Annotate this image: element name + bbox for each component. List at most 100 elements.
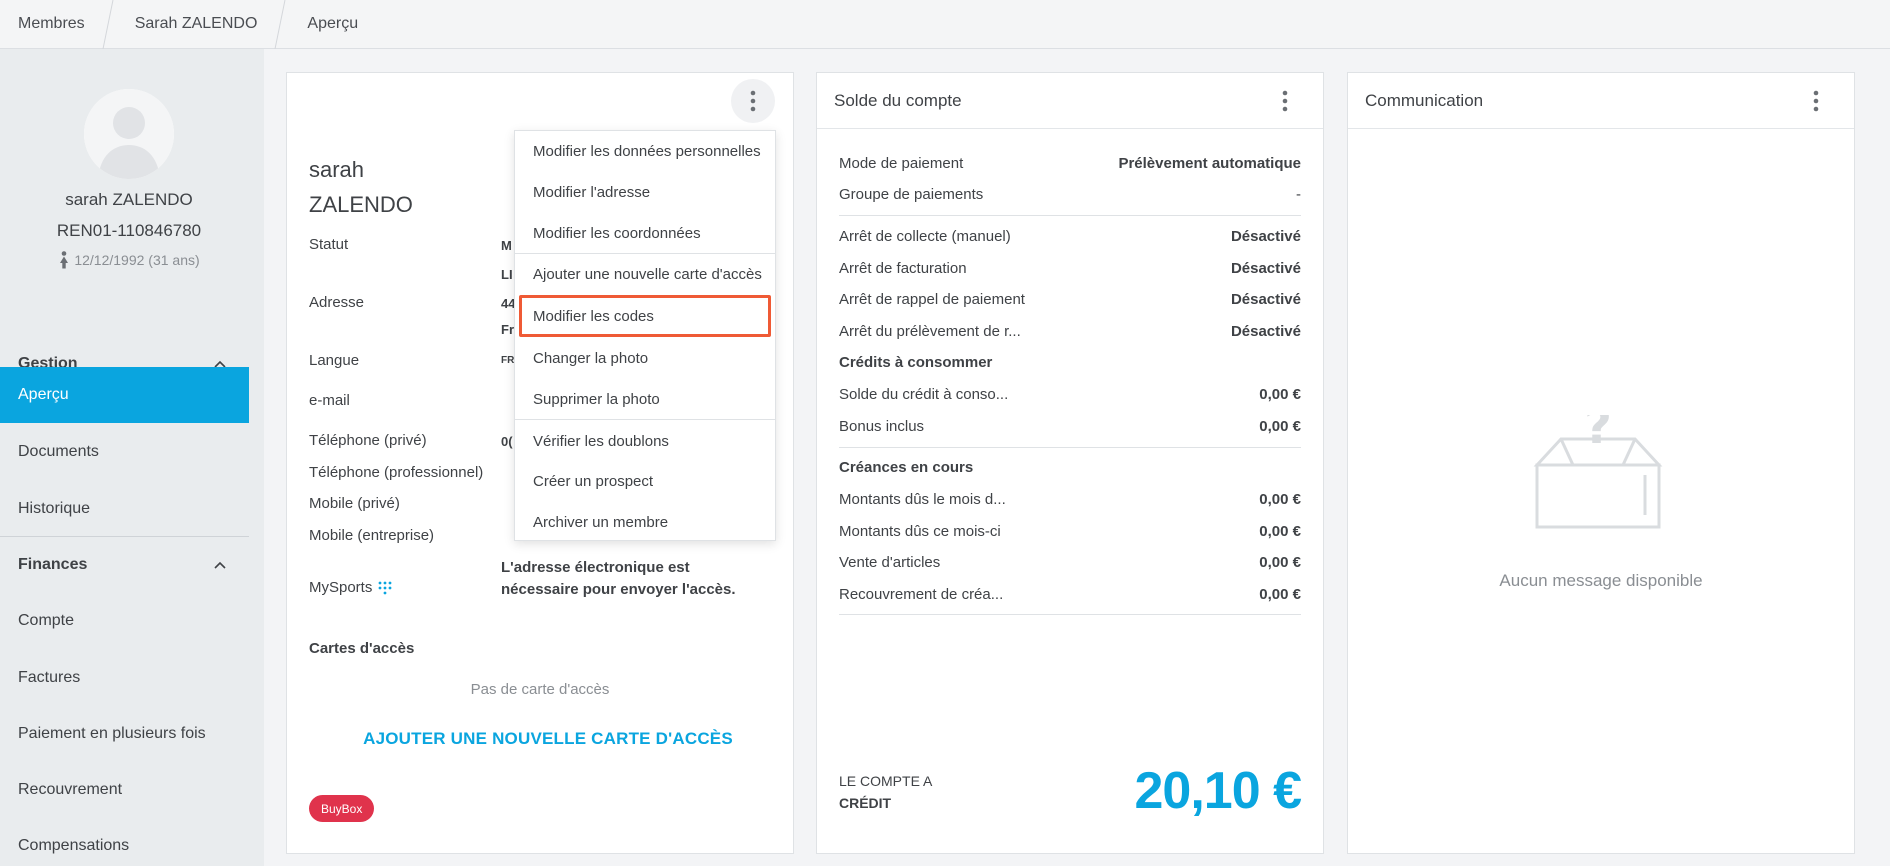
account-balance-panel: Solde du compte Mode de paiement Prélève… [816,72,1324,854]
user-placeholder-icon [84,89,174,179]
panel-title: Solde du compte [834,90,962,110]
account-status-line2: CRÉDIT [839,795,892,811]
kebab-menu-icon [750,90,756,112]
sidebar-item-documents[interactable]: Documents [0,424,249,480]
avatar[interactable] [84,89,174,179]
sidebar-item-compte[interactable]: Compte [0,593,249,649]
balance-row-label: Arrêt de facturation [839,260,967,277]
sidebar-item-historique[interactable]: Historique [0,481,249,537]
member-actions-menu: Modifier les données personnelles Modifi… [514,130,776,541]
svg-text:?: ? [1584,415,1612,455]
balance-row-value: 0,00 € [1259,491,1301,508]
sidebar-item-label: Historique [18,500,91,517]
panel-title: Communication [1365,90,1484,110]
breadcrumb-current: Aperçu [279,0,380,49]
field-value-langue: FR [501,355,515,366]
breadcrumb-members[interactable]: Membres [0,0,114,49]
sidebar-item-factures[interactable]: Factures [0,650,249,706]
divider [839,614,1301,615]
sidebar-item-label: Factures [18,669,81,686]
balance-row-label: Arrêt de collecte (manuel) [839,228,1011,245]
menu-item-edit-personal-data[interactable]: Modifier les données personnelles [515,131,775,171]
balance-row-label: Recouvrement de créa... [839,586,1004,603]
sidebar-item-label: Paiement en plusieurs fois [18,725,206,742]
menu-item-add-access-card[interactable]: Ajouter une nouvelle carte d'accès [515,254,775,294]
balance-row-label: Vente d'articles [839,554,941,571]
sidebar-divider [0,536,249,537]
no-access-card-text: Pas de carte d'accès [470,681,610,698]
field-label: e-mail [309,392,350,409]
menu-separator [515,419,775,420]
breadcrumb-label: Membres [18,15,85,32]
balance-row-value: 0,00 € [1259,418,1301,435]
profile-name: sarah ZALENDO [65,190,193,209]
balance-row-value: Désactivé [1230,260,1301,277]
profile-member-id: REN01-110846780 [56,221,202,240]
menu-item-change-photo[interactable]: Changer la photo [515,338,775,378]
balance-row-value: 0,00 € [1259,586,1301,603]
balance-row-value: Désactivé [1230,228,1301,245]
menu-item-create-prospect[interactable]: Créer un prospect [515,461,775,501]
buybox-badge[interactable]: BuyBox [309,795,375,822]
sidebar-item-recouvrement[interactable]: Recouvrement [0,762,249,818]
field-label: Mobile (privé) [309,495,400,512]
kebab-menu-icon [1282,90,1288,112]
no-message-text: Aucun message disponible [1499,571,1703,590]
personal-menu-button[interactable] [731,79,775,123]
sidebar-section-finances[interactable]: Finances [0,540,249,590]
panel-header: Communication [1348,73,1854,129]
communication-menu-button[interactable] [1794,79,1838,123]
divider [839,215,1301,216]
balance-row-label: Bonus inclus [839,418,925,435]
balance-row-label: Arrêt du prélèvement de r... [839,323,1021,340]
sidebar-item-label: Recouvrement [18,781,123,798]
field-label: Mobile (entreprise) [309,527,435,544]
account-status-line1: LE COMPTE A [839,773,933,789]
balance-menu-button[interactable] [1263,79,1307,123]
balance-row-label: Montants dûs ce mois-ci [839,523,1001,540]
balance-row-value: Prélèvement automatique [1118,155,1301,172]
sidebar-item-compensations[interactable]: Compensations [0,818,249,866]
balance-row-value: - [1296,186,1301,203]
account-status-label: LE COMPTE A CRÉDIT [839,770,932,814]
empty-box-icon: ? [1533,399,1663,531]
section-label: Finances [18,556,88,573]
field-label: Langue [309,352,360,369]
panel-header: Solde du compte [817,73,1323,129]
menu-item-delete-photo[interactable]: Supprimer la photo [515,379,775,419]
dob-text: 12/12/1992 (31 ans) [74,252,200,268]
balance-row-label: Arrêt de rappel de paiement [839,291,1025,308]
mysports-icon [378,581,392,594]
sidebar-item-label: Compensations [18,837,130,854]
chevron-up-icon [214,561,226,569]
balance-row-label: Montants dûs le mois d... [839,491,1006,508]
add-access-card-button[interactable]: AJOUTER UNE NOUVELLE CARTE D'ACCÈS [287,729,809,749]
balance-row-value: 0,00 € [1259,523,1301,540]
sidebar-item-paiement-plusieurs-fois[interactable]: Paiement en plusieurs fois [0,706,249,762]
menu-item-check-duplicates[interactable]: Vérifier les doublons [515,421,775,461]
balance-row-value: 0,00 € [1259,554,1301,571]
field-label: Téléphone (privé) [309,432,427,449]
kebab-menu-icon [1813,90,1819,112]
breadcrumb-member[interactable]: Sarah ZALENDO [107,0,286,49]
balance-row-label: Mode de paiement [839,155,964,172]
sidebar-item-apercu[interactable]: Aperçu [0,367,249,423]
communication-panel: Communication ? Aucun message disponible [1347,72,1855,854]
menu-item-edit-address[interactable]: Modifier l'adresse [515,172,775,212]
balance-row-value: 0,00 € [1259,386,1301,403]
member-last-name: ZALENDO [309,192,413,217]
balance-row-label: Groupe de paiements [839,186,984,203]
menu-item-edit-contact-details[interactable]: Modifier les coordonnées [515,213,775,253]
credits-section-title: Crédits à consommer [839,354,993,371]
mysports-text: MySports [309,579,373,596]
profile-dob: 12/12/1992 (31 ans) [0,251,258,269]
field-value-adresse-2: Fr [501,322,514,337]
mysports-label: MySports [309,579,393,596]
field-value-statut: M [501,238,512,253]
field-label: Adresse [309,294,365,311]
divider [839,447,1301,448]
sidebar: sarah ZALENDO REN01-110846780 12/12/1992… [0,49,264,866]
highlight-box [519,295,771,337]
menu-item-archive-member[interactable]: Archiver un membre [515,502,775,542]
breadcrumb-label: Aperçu [307,15,359,32]
